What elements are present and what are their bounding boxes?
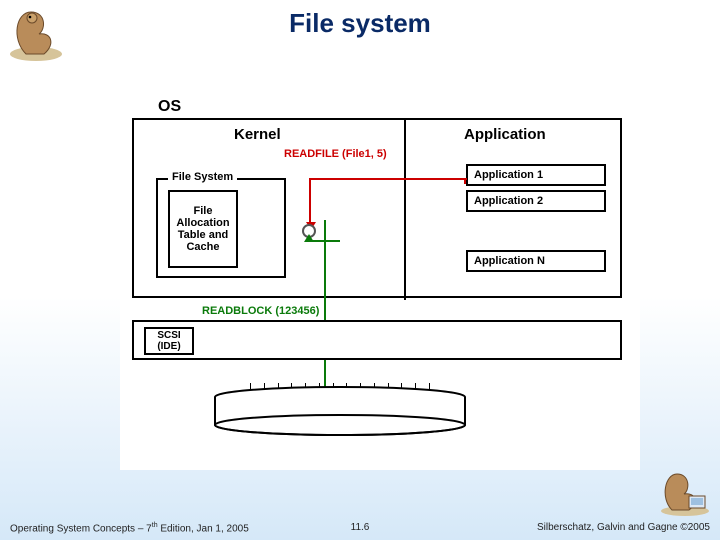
application-box-n: Application N [466,250,606,272]
file-system-diagram: OS Kernel Application READFILE (File1, 5… [120,100,640,470]
slide-title: File system [0,0,720,39]
os-container-box: Kernel Application READFILE (File1, 5) A… [132,118,622,298]
file-allocation-table-box: File Allocation Table and Cache [168,190,238,268]
readblock-call-label: READBLOCK (123456) [202,305,319,317]
slide-number: 11.6 [351,522,370,533]
readblock-arrow-vertical [324,220,326,398]
file-system-box: File System File Allocation Table and Ca… [156,178,286,278]
book-mascot-logo-top-left [6,4,66,64]
application-box-1: Application 1 [466,164,606,186]
slide-footer: Operating System Concepts – 7th Edition,… [0,522,720,534]
footer-right: Silberschatz, Galvin and Gagne ©2005 [537,522,710,534]
os-label: OS [158,98,181,116]
scsi-layer-box: SCSI (IDE) [132,320,622,360]
readfile-arrow-horizontal [309,178,467,180]
readfile-arrow-vertical [309,178,311,228]
footer-left: Operating System Concepts – 7th Edition,… [10,522,249,534]
kernel-label: Kernel [234,126,281,143]
disk-drive-icon [210,385,470,440]
readfile-arrow-source [464,178,466,184]
kernel-app-divider [404,120,406,300]
application-label: Application [464,126,546,143]
readfile-call-label: READFILE (File1, 5) [284,148,387,160]
application-box-2: Application 2 [466,190,606,212]
book-mascot-logo-bottom-right [657,468,712,518]
readblock-arrow-head [304,234,314,242]
scsi-ide-label-box: SCSI (IDE) [144,327,194,355]
file-system-box-title: File System [168,171,237,183]
